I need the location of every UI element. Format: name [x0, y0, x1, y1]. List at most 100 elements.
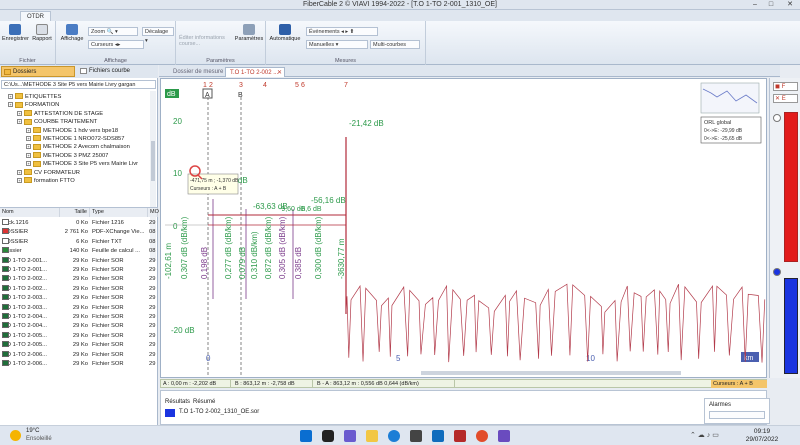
- col-size[interactable]: Taille: [60, 208, 90, 217]
- trace-scrollbar[interactable]: [421, 371, 681, 375]
- path-selector[interactable]: C:\Us...\METHODE 3 Site P5 vers Mairie L…: [1, 80, 156, 89]
- expand-icon[interactable]: +: [17, 169, 22, 175]
- tab-folders[interactable]: Dossiers: [1, 66, 75, 77]
- expand-icon[interactable]: +: [26, 161, 31, 167]
- file-row[interactable]: T.O 1-TO 2-004... 29 Ko Fichier SOR 29: [0, 322, 158, 331]
- minimize-button[interactable]: –: [748, 0, 762, 10]
- tab-summary[interactable]: Résumé: [193, 399, 215, 405]
- tab-active-trace[interactable]: T.O 1-TO 2-002 ... ✕: [225, 67, 285, 77]
- display-button[interactable]: Affichage: [58, 24, 86, 42]
- tab-measurement-folder[interactable]: Dossier de mesure: [169, 67, 227, 77]
- tree-item[interactable]: + METHODE 1 hdv vers bpe18: [26, 127, 118, 135]
- multi-curves-control[interactable]: Multi-courbes: [370, 40, 420, 49]
- tree-item[interactable]: + METHODE 2 Avecom chalmaison: [26, 143, 130, 151]
- tree-item[interactable]: + ATTESTATION DE STAGE: [17, 110, 103, 118]
- event-number-6[interactable]: 6: [301, 82, 305, 89]
- event-number-7[interactable]: 7: [344, 82, 348, 89]
- file-row[interactable]: T.O 1-TO 2-001... 29 Ko Fichier SOR 29: [0, 266, 158, 275]
- start-icon[interactable]: [300, 430, 312, 442]
- alarms-selector[interactable]: [709, 411, 765, 419]
- file-row[interactable]: T.O 1-TO 2-004... 29 Ko Fichier SOR 29: [0, 313, 158, 322]
- edge-icon[interactable]: [388, 430, 400, 442]
- expand-icon[interactable]: +: [17, 119, 22, 125]
- outlook-icon[interactable]: [432, 430, 444, 442]
- tree-item[interactable]: + FORMATION: [8, 101, 59, 109]
- tree-item[interactable]: + ETIQUETTES: [8, 93, 61, 101]
- tree-item[interactable]: + METHODE 1 NRO072-SDS857: [26, 135, 125, 143]
- tree-item[interactable]: + COURBE TRAITEMENT: [17, 118, 97, 126]
- clock-time[interactable]: 09:19: [742, 428, 782, 435]
- task-view-icon[interactable]: [322, 430, 334, 442]
- tree-scroll-thumb[interactable]: [151, 141, 155, 181]
- tab-curve-files[interactable]: Fichiers courbe: [78, 66, 156, 77]
- manual-control[interactable]: Manuelles ▾: [306, 40, 368, 49]
- file-row[interactable]: T.O 1-TO 2-006... 29 Ko Fichier SOR 29: [0, 350, 158, 360]
- close-button[interactable]: ✕: [783, 0, 797, 10]
- file-row[interactable]: T.O 1-TO 2-003... 29 Ko Fichier SOR 29: [0, 303, 158, 313]
- report-button[interactable]: Rapport: [30, 24, 54, 42]
- event-number-5[interactable]: 5: [295, 82, 299, 89]
- col-modified[interactable]: MO: [148, 208, 159, 217]
- file-row[interactable]: T.O 1-TO 2-001... 29 Ko Fichier SOR 29: [0, 256, 158, 266]
- tree-item[interactable]: + METHODE 3 Site P5 vers Mairie Livr: [26, 160, 138, 168]
- event-number-2[interactable]: 2: [209, 82, 213, 89]
- expand-icon[interactable]: +: [17, 177, 22, 183]
- maximize-button[interactable]: □: [764, 0, 778, 10]
- file-explorer-icon[interactable]: [366, 430, 378, 442]
- viavi-icon[interactable]: [498, 430, 510, 442]
- teams-icon[interactable]: [344, 430, 356, 442]
- automatic-button[interactable]: Automatique: [268, 24, 302, 42]
- expand-icon[interactable]: +: [26, 144, 31, 150]
- file-row[interactable]: Dossier 140 Ko Feuille de calcul ... 08: [0, 247, 158, 256]
- right-button-2[interactable]: ✕ E: [773, 94, 798, 103]
- file-row[interactable]: T.O 1-TO 2-006... 29 Ko Fichier SOR 29: [0, 360, 158, 369]
- weather-temp[interactable]: 19°C: [26, 428, 39, 434]
- tab-results[interactable]: Résultats: [165, 399, 190, 405]
- zoom-control[interactable]: Zoom 🔍 ▾: [88, 27, 138, 36]
- expand-icon[interactable]: +: [26, 152, 31, 158]
- event-number-1[interactable]: 1: [203, 82, 207, 89]
- tray-icons[interactable]: ⌃ ☁ ♪ ▭: [690, 431, 719, 439]
- offset-control[interactable]: Décalage ▾: [142, 27, 174, 44]
- tree-item[interactable]: + formation FTTO: [17, 177, 75, 185]
- file-row[interactable]: T.O 1-TO 2-003... 29 Ko Fichier SOR 29: [0, 294, 158, 303]
- tab-otdr[interactable]: OTDR: [20, 11, 51, 21]
- radio-blue[interactable]: [773, 268, 781, 276]
- event-number-4[interactable]: 4: [263, 82, 267, 89]
- parameters-button[interactable]: Paramètres: [234, 24, 264, 42]
- right-button-1[interactable]: ◼ F: [773, 82, 798, 91]
- radio-red[interactable]: [773, 114, 781, 122]
- otdr-trace-view[interactable]: dB km 20 10 0 -20 dB 0 5 10 A B 1 2 3 4 …: [160, 78, 767, 378]
- expand-icon[interactable]: +: [8, 102, 13, 108]
- expand-icon[interactable]: +: [26, 127, 31, 133]
- result-row[interactable]: T.O 1-TO 2-002_1310_OE.sor: [179, 409, 259, 415]
- weather-desc[interactable]: Ensoleillé: [26, 436, 52, 442]
- file-row[interactable]: T.O 1-TO 2-005... 29 Ko Fichier SOR 29: [0, 341, 158, 350]
- cursors-control[interactable]: Curseurs ◂▸: [88, 40, 144, 49]
- file-row[interactable]: T.O 1-TO 2-005... 29 Ko Fichier SOR 29: [0, 331, 158, 341]
- status-cursors-mode[interactable]: Curseurs : A + B: [711, 380, 767, 388]
- trace-canvas[interactable]: dB km 20 10 0 -20 dB 0 5 10 A B 1 2 3 4 …: [161, 79, 767, 378]
- expand-icon[interactable]: +: [17, 110, 22, 116]
- file-row[interactable]: T.O 1-TO 2-002... 29 Ko Fichier SOR 29: [0, 284, 158, 294]
- app-icon[interactable]: [454, 430, 466, 442]
- event-number-3[interactable]: 3: [239, 82, 243, 89]
- file-row[interactable]: DOSSIER 2 761 Ko PDF-XChange Vie... 08: [0, 228, 158, 237]
- col-type[interactable]: Type: [90, 208, 148, 217]
- clock-date[interactable]: 29/07/2022: [742, 436, 782, 443]
- close-tab-icon[interactable]: ✕: [277, 68, 282, 78]
- save-button[interactable]: Enregistrer: [2, 24, 29, 42]
- events-control[interactable]: Événements ◂ ▸ ⬆: [306, 27, 378, 36]
- edit-info-button[interactable]: Éditer informations course...: [179, 35, 239, 47]
- col-name[interactable]: Nom: [0, 208, 60, 217]
- expand-icon[interactable]: +: [8, 93, 13, 99]
- expand-icon[interactable]: +: [26, 135, 31, 141]
- file-row[interactable]: .lock.1216 0 Ko Fichier 1216 29: [0, 219, 158, 228]
- weather-sun-icon[interactable]: [10, 430, 21, 441]
- tree-item[interactable]: + METHODE 3 PMZ 25007: [26, 152, 108, 160]
- store-icon[interactable]: [410, 430, 422, 442]
- file-row[interactable]: DOSSIER 6 Ko Fichier TXT 08: [0, 237, 158, 247]
- chrome-icon[interactable]: [476, 430, 488, 442]
- file-row[interactable]: T.O 1-TO 2-002... 29 Ko Fichier SOR 29: [0, 275, 158, 284]
- tree-item[interactable]: + CV FORMATEUR: [17, 169, 80, 177]
